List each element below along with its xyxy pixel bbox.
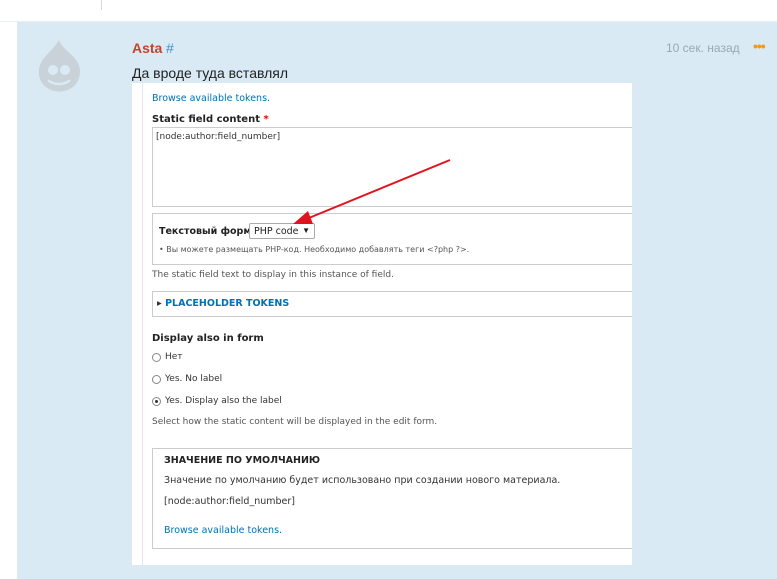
comment-text: Да вроде туда вставлял	[132, 65, 289, 81]
top-strip	[0, 0, 777, 22]
permalink[interactable]: #	[166, 40, 174, 56]
attached-screenshot: Browse available tokens. Static field co…	[132, 83, 632, 565]
author-link[interactable]: Asta	[132, 40, 162, 56]
comment-menu-icon[interactable]: •••	[753, 38, 766, 54]
avatar-icon[interactable]	[34, 38, 84, 94]
comment-time: 10 сек. назад	[666, 41, 740, 55]
red-arrow-icon	[293, 159, 451, 224]
divider	[101, 0, 102, 10]
left-gutter	[0, 22, 17, 579]
